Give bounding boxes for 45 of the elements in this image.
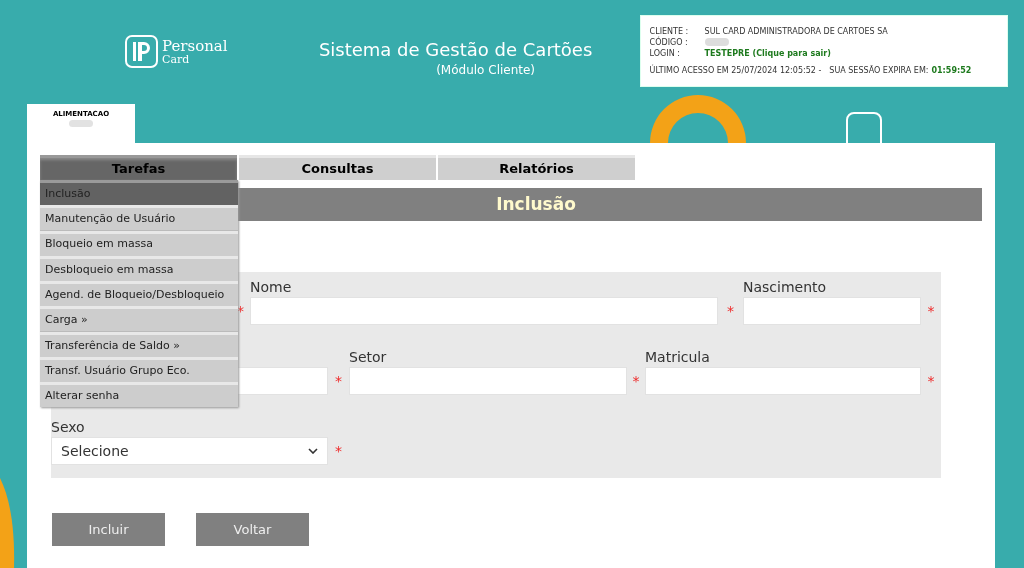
field-label: Nome — [250, 280, 292, 294]
blurred-value — [704, 38, 729, 46]
logo-icon — [125, 35, 158, 68]
session-label: LOGIN : — [649, 48, 681, 59]
menu-tab[interactable]: Tarefas — [40, 155, 237, 180]
select-field[interactable]: Selecione — [51, 437, 328, 465]
session-value: SUL CARD ADMINISTRADORA DE CARTOES SA — [704, 26, 888, 37]
menu-tab[interactable]: Relatórios — [438, 155, 635, 180]
required-mark: * — [927, 304, 935, 318]
text-field[interactable] — [645, 367, 921, 395]
required-mark: * — [632, 374, 640, 388]
menu-item[interactable]: Bloqueio em massa — [40, 230, 238, 256]
app-subtitle: (Módulo Cliente) — [436, 62, 536, 78]
logo-name: Personal — [162, 38, 228, 54]
app-title: Sistema de Gestão de Cartões — [318, 38, 593, 62]
menu-item[interactable]: Carga » — [40, 306, 238, 332]
field-label: Setor — [349, 350, 387, 364]
menu-item[interactable]: Alterar senha — [40, 382, 238, 408]
blurred-value — [69, 120, 93, 127]
menu-item[interactable]: Agend. de Bloqueio/Desbloqueio — [40, 281, 238, 307]
menu-item[interactable]: Desbloqueio em massa — [40, 255, 238, 281]
required-mark: * — [237, 304, 244, 318]
page-title: Inclusão — [496, 192, 576, 216]
menu-item[interactable]: Manutenção de Usuário — [40, 205, 238, 231]
session-label: CLIENTE : — [649, 26, 690, 36]
text-field[interactable] — [250, 297, 718, 325]
session-label: CÓDIGO : — [649, 37, 689, 48]
session-timer: 01:59:52 — [931, 65, 972, 76]
menu-tab[interactable]: Consultas — [239, 155, 436, 180]
text-field[interactable] — [743, 297, 921, 325]
session-expiry-label: SUA SESSÃO EXPIRA EM: — [829, 65, 929, 76]
menu-item[interactable]: Transferência de Saldo » — [40, 331, 238, 357]
field-label: Nascimento — [743, 280, 827, 294]
required-mark: * — [335, 374, 342, 388]
chevron-icon — [308, 448, 318, 454]
text-field[interactable] — [349, 367, 627, 395]
logout-link[interactable]: TESTEPRE (Clique para sair) — [704, 48, 831, 59]
required-mark: * — [927, 374, 935, 388]
field-label: Sexo — [51, 420, 85, 434]
logo-subname: Card — [162, 53, 191, 65]
required-mark: * — [727, 304, 734, 318]
required-mark: * — [335, 444, 342, 458]
last-access: ÚLTIMO ACESSO EM 25/07/2024 12:05:52 - — [649, 65, 822, 76]
field-label: Matricula — [645, 350, 710, 364]
menu-item[interactable]: Transf. Usuário Grupo Eco. — [40, 357, 238, 383]
